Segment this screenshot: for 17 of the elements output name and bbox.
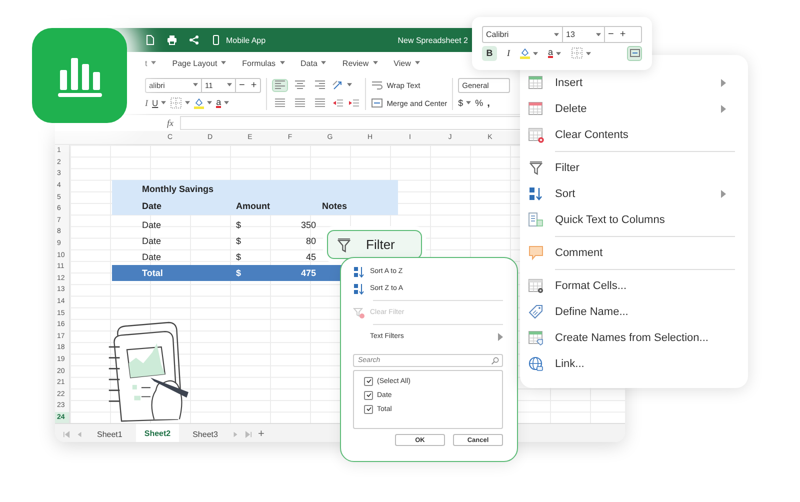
- column-heading: Amount: [236, 201, 271, 211]
- column-heading: Date: [142, 201, 163, 211]
- table-cell-text: $: [236, 268, 242, 278]
- table-cell-text: $: [236, 220, 242, 230]
- table-cell-text: 350: [300, 220, 316, 230]
- table-cell-text: Date: [142, 220, 162, 230]
- table-cell-text: Date: [142, 252, 162, 262]
- table-cell-text: 475: [300, 268, 316, 278]
- table-cell-text: 80: [304, 236, 316, 246]
- table-cell-text: 45: [304, 252, 316, 262]
- column-heading: Notes: [321, 201, 348, 211]
- window-title: New Spreadsheet 2: [398, 36, 468, 44]
- table-title: Monthly Savings: [142, 184, 215, 194]
- table-cell-text: Total: [142, 268, 164, 278]
- table-cell-text: Date: [142, 236, 162, 246]
- table-cell-text: $: [236, 252, 242, 262]
- table-cell-text: $: [236, 236, 242, 246]
